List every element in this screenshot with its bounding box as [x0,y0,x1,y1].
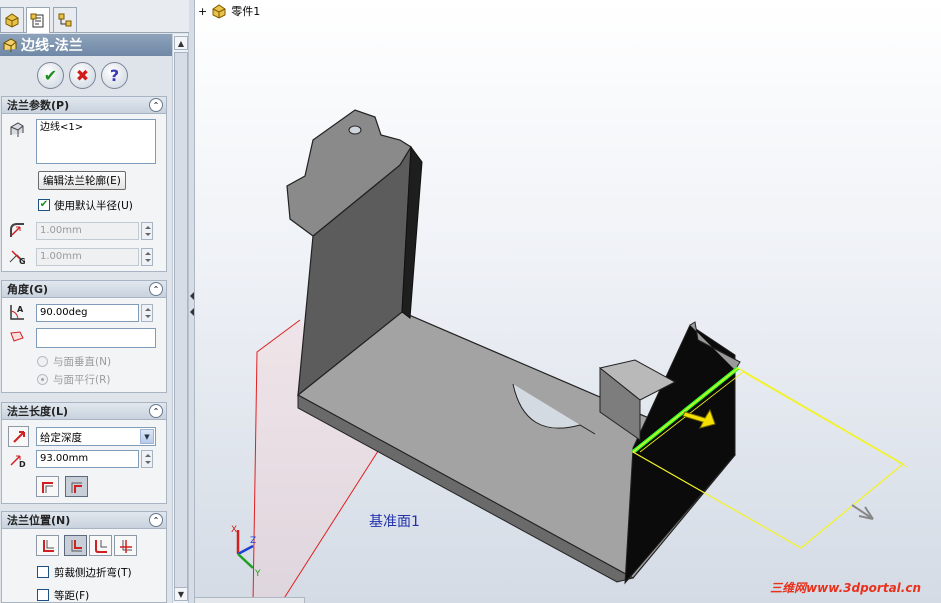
bend-virtual-sharp-icon [119,539,132,553]
reference-face-selection[interactable] [36,328,156,348]
mounting-hole [348,125,362,135]
outer-virtual-sharp-icon [41,481,53,493]
edge-selection-list[interactable]: 边线<1> [36,119,156,164]
edge-selection-icon [8,120,26,138]
collapse-icon[interactable]: ⌃ [149,513,163,527]
angle-group: 角度(G) ⌃ A 90.00deg 与面垂直(N) 与面平行(R) [1,280,167,393]
inner-virtual-sharp-button[interactable] [65,476,88,497]
scroll-up-icon[interactable]: ▲ [174,36,188,50]
scroll-down-icon[interactable]: ▼ [174,587,188,601]
gap-distance-icon: G [8,247,26,265]
group-title: 法兰参数(P) [7,99,70,112]
end-condition-select[interactable]: 给定深度 ▼ [36,427,156,446]
help-button[interactable]: ? [101,62,128,89]
plane-label[interactable]: 基准面1 [369,511,420,531]
bend-radius-spinner[interactable] [141,222,153,240]
edge-flange-icon [3,38,17,52]
offset-label: 等距(F) [54,590,90,602]
collapse-icon[interactable]: ⌃ [149,282,163,296]
selected-edge-item[interactable]: 边线<1> [40,122,83,133]
flange-angle-spinner[interactable] [141,304,153,322]
normal-to-face-radio[interactable] [37,356,48,367]
property-manager-tab[interactable] [26,7,50,33]
material-outside-icon [71,539,82,551]
flange-position-group: 法兰位置(N) ⌃ 剪裁侧边折弯(T) 等距(F) [1,511,167,603]
reverse-direction-button[interactable] [8,426,29,447]
material-inside-icon [42,539,54,552]
property-icon [30,13,44,27]
property-manager-panel: 边线-法兰 ▲ ▼ ✔ ✖ ? 法兰参数(P) ⌃ 边线<1> 编辑法兰轮廓(E… [0,0,189,603]
flange-parameters-group: 法兰参数(P) ⌃ 边线<1> 编辑法兰轮廓(E) ✔ 使用默认半径(U) 1.… [1,96,167,272]
bend-from-virtual-sharp-button[interactable] [114,535,137,556]
triad-x-label: X [231,525,237,535]
triad-z-label: Z [250,536,256,546]
group-title: 法兰长度(L) [7,405,69,418]
flange-position-header[interactable]: 法兰位置(N) ⌃ [2,512,166,529]
action-buttons: ✔ ✖ ? [37,62,128,89]
flange-length-group: 法兰长度(L) ⌃ 给定深度 ▼ D 93.00mm [1,402,167,504]
outer-virtual-sharp-button[interactable] [36,476,59,497]
part-icon [5,13,19,28]
flange-parameters-header[interactable]: 法兰参数(P) ⌃ [2,97,166,114]
triad-z-axis [237,544,254,556]
use-default-radius-checkbox[interactable]: ✔ [38,199,50,211]
trim-side-bends-label: 剪裁侧边折弯(T) [54,567,132,579]
reverse-direction-icon [12,430,25,443]
normal-to-face-label: 与面垂直(N) [53,356,112,368]
ok-button[interactable]: ✔ [37,62,64,89]
trim-side-bends-checkbox[interactable] [37,566,49,578]
gap-distance-spinner[interactable] [141,248,153,266]
feature-manager-tab[interactable] [0,7,24,32]
material-inside-button[interactable] [36,535,59,556]
configuration-icon [58,13,72,27]
manager-tabs [0,0,189,33]
material-outside-button[interactable] [64,535,87,556]
model-tab[interactable] [195,597,305,603]
svg-text:A: A [17,305,24,314]
bend-radius-icon [8,221,26,239]
group-title: 角度(G) [7,283,49,296]
length-icon: D [8,450,26,468]
reference-face-icon [8,328,26,346]
cancel-button[interactable]: ✖ [69,62,96,89]
triad-y-axis [237,553,254,569]
bend-radius-input[interactable]: 1.00mm [36,222,139,240]
svg-text:G: G [19,257,26,265]
flange-angle-input[interactable]: 90.00deg [36,304,139,322]
model-canvas[interactable]: X Z Y [195,0,941,603]
triad-y-label: Y [254,569,261,579]
configuration-manager-tab[interactable] [53,7,77,32]
svg-text:D: D [19,460,26,468]
feature-title-bar: 边线-法兰 [0,34,172,56]
edit-flange-profile-button[interactable]: 编辑法兰轮廓(E) [38,171,126,190]
collapse-icon[interactable]: ⌃ [149,404,163,418]
panel-scrollbar[interactable]: ▲ ▼ [172,34,188,603]
group-title: 法兰位置(N) [7,514,71,527]
parallel-to-face-radio[interactable] [37,374,48,385]
drag-handle-icon[interactable] [851,504,874,520]
bend-outside-button[interactable] [89,535,112,556]
flange-length-header[interactable]: 法兰长度(L) ⌃ [2,403,166,420]
parallel-to-face-label: 与面平行(R) [53,374,111,386]
angle-header[interactable]: 角度(G) ⌃ [2,281,166,298]
scroll-thumb[interactable] [174,52,188,592]
use-default-radius-label: 使用默认半径(U) [54,200,133,212]
graphics-viewport[interactable]: + 零件1 X Z Y 基准面1 三维网www.3dportal.cn [195,0,941,603]
chevron-down-icon[interactable]: ▼ [140,429,154,444]
offset-checkbox[interactable] [37,589,49,601]
gap-distance-input[interactable]: 1.00mm [36,248,139,266]
flange-length-spinner[interactable] [141,450,153,468]
bend-outside-icon [94,539,107,553]
watermark: 三维网www.3dportal.cn [770,581,921,595]
feature-title: 边线-法兰 [21,38,83,54]
collapse-icon[interactable]: ⌃ [149,98,163,112]
end-condition-value: 给定深度 [40,432,82,444]
inner-virtual-sharp-icon [71,482,82,493]
flange-angle-icon: A [8,303,26,321]
flange-length-input[interactable]: 93.00mm [36,450,139,468]
